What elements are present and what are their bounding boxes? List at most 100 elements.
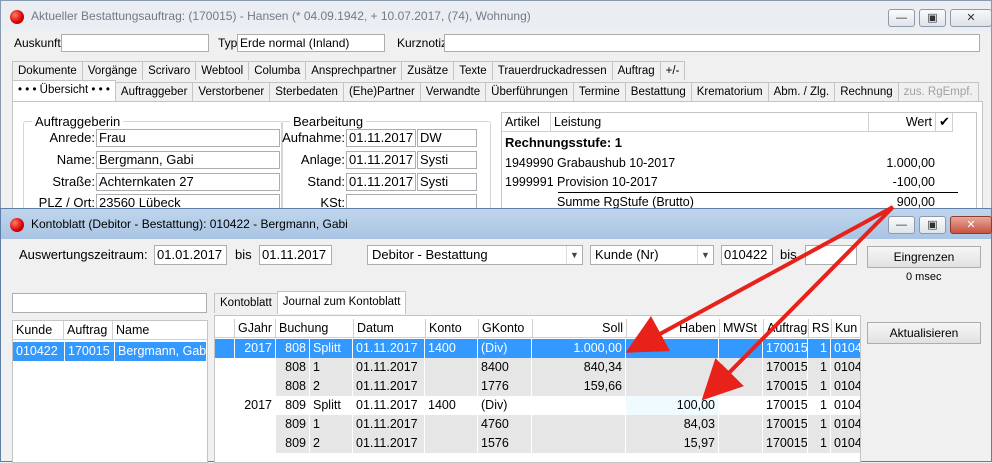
tab-trauerdruckadressen[interactable]: Trauerdruckadressen	[491, 61, 613, 80]
col-wert[interactable]: Wert	[869, 113, 936, 132]
kun-cell: 0104	[831, 396, 860, 415]
soll-cell: 840,34	[532, 358, 626, 377]
tab-texte[interactable]: Texte	[453, 61, 493, 80]
col-kun[interactable]: Kun	[832, 319, 860, 338]
tab-dokumente[interactable]: Dokumente	[12, 61, 83, 80]
journal-row[interactable]: 2017 808 Splitt 01.11.2017 1400 (Div) 1.000,00…	[215, 339, 860, 358]
tab-vorgaenge[interactable]: Vorgänge	[81, 61, 144, 80]
tab-columba[interactable]: Columba	[248, 61, 307, 80]
leistung-cell: Provision 10-2017	[554, 173, 872, 192]
stand-date[interactable]: 01.11.2017	[346, 173, 416, 191]
auftrag-cell: 170015	[763, 396, 808, 415]
col-haben[interactable]: Haben	[627, 319, 720, 338]
journal-row[interactable]: 2017 809 Splitt 01.11.2017 1400 (Div) 100,00 17…	[215, 396, 860, 415]
col-auftrag[interactable]: Auftrag	[64, 321, 113, 340]
kunde-bis-input[interactable]	[805, 245, 857, 265]
auskunft-input[interactable]	[61, 34, 209, 52]
col-mwst[interactable]: MWSt	[720, 319, 764, 338]
tab-verwandte[interactable]: Verwandte	[419, 82, 487, 101]
artikel-cell: 1999991	[502, 173, 554, 192]
maximize-icon[interactable]: ▣	[919, 216, 946, 234]
col-datum[interactable]: Datum	[354, 319, 426, 338]
sort-select[interactable]: Kunde (Nr) ▼	[590, 245, 714, 265]
journal-row[interactable]: 809 2 01.11.2017 1576 15,97 170015 1 0104	[215, 434, 860, 453]
tab-abm-zlg[interactable]: Abm. / Zlg.	[767, 82, 836, 101]
tab-auftrag[interactable]: Auftrag	[611, 61, 661, 80]
aufnahme-date[interactable]: 01.11.2017	[346, 129, 416, 147]
tab-verstorbener[interactable]: Verstorbener	[192, 82, 271, 101]
strasse-field[interactable]: Achternkaten 27	[96, 173, 280, 191]
col-soll[interactable]: Soll	[533, 319, 627, 338]
kurznotiz-input[interactable]	[444, 34, 980, 52]
journal-row[interactable]: 808 2 01.11.2017 1776 159,66 170015 1 0104	[215, 377, 860, 396]
artikel-cell: 1949990	[502, 154, 554, 173]
tab-krematorium[interactable]: Krematorium	[690, 82, 769, 101]
anrede-field[interactable]: Frau	[96, 129, 280, 147]
tab-webtool[interactable]: Webtool	[195, 61, 250, 80]
haben-cell	[626, 339, 719, 358]
tab-ansprechpartner[interactable]: Ansprechpartner	[305, 61, 403, 80]
col-konto[interactable]: Konto	[426, 319, 479, 338]
kunden-row[interactable]: 010422 170015 Bergmann, Gabi	[13, 342, 207, 361]
col-check[interactable]: ✔	[936, 113, 953, 132]
journal-row[interactable]: 809 1 01.11.2017 4760 84,03 170015 1 0104	[215, 415, 860, 434]
zeitraum-von-input[interactable]: 01.01.2017	[154, 245, 227, 265]
tab-scrivaro[interactable]: Scrivaro	[142, 61, 197, 80]
journal-row[interactable]: 808 1 01.11.2017 8400 840,34 170015 1 0104	[215, 358, 860, 377]
pos-cell: Splitt	[310, 396, 353, 415]
close-icon[interactable]: ✕	[950, 216, 992, 234]
kunde-von-input[interactable]: 010422	[721, 245, 773, 265]
zeitraum-label: Auswertungszeitraum:	[19, 247, 148, 262]
auftraggeberin-group: Auftraggeberin Anrede: Frau Name: Bergma…	[23, 114, 283, 216]
mwst-cell	[719, 339, 763, 358]
leistung-row[interactable]: 1999991 Provision 10-2017 -100,00	[502, 173, 939, 192]
kun-cell: 0104	[831, 434, 860, 453]
anlage-date[interactable]: 01.11.2017	[346, 151, 416, 169]
tab-termine[interactable]: Termine	[572, 82, 626, 101]
leistung-cell: Grabaushub 10-2017	[554, 154, 872, 173]
tab-plus-minus[interactable]: +/-	[659, 61, 686, 80]
tab-kontoblatt[interactable]: Kontoblatt	[214, 293, 278, 313]
name-field[interactable]: Bergmann, Gabi	[96, 151, 280, 169]
col-buchung[interactable]: Buchung	[276, 319, 354, 338]
tab-ehepartner[interactable]: (Ehe)Partner	[342, 82, 421, 101]
rs-cell: 1	[808, 339, 831, 358]
stand-user[interactable]: Systi	[417, 173, 477, 191]
minimize-icon[interactable]: —	[888, 216, 915, 234]
typ-input[interactable]: Erde normal (Inland)	[237, 34, 385, 52]
tab-uebersicht[interactable]: • • • Übersicht • • •	[12, 80, 116, 101]
col-artikel[interactable]: Artikel	[502, 113, 551, 132]
aufnahme-user[interactable]: DW	[417, 129, 477, 147]
close-icon[interactable]: ✕	[950, 9, 992, 27]
tab-auftraggeber[interactable]: Auftraggeber	[114, 82, 194, 101]
col-gjahr[interactable]: GJahr	[235, 319, 276, 338]
soll-cell	[532, 434, 626, 453]
datum-cell: 01.11.2017	[353, 377, 425, 396]
leistung-row[interactable]: 1949990 Grabaushub 10-2017 1.000,00	[502, 154, 939, 173]
kunde-search-input[interactable]	[12, 293, 207, 313]
minimize-icon[interactable]: —	[888, 9, 915, 27]
col-gkonto[interactable]: GKonto	[479, 319, 533, 338]
col-rs[interactable]: RS	[809, 319, 832, 338]
tab-sterbedaten[interactable]: Sterbedaten	[269, 82, 344, 101]
title-bar[interactable]: Kontoblatt (Debitor - Bestattung): 01042…	[1, 209, 992, 239]
tab-zusaetze[interactable]: Zusätze	[401, 61, 455, 80]
col-auftrag[interactable]: Auftrag	[764, 319, 809, 338]
aktualisieren-button[interactable]: Aktualisieren	[867, 322, 981, 344]
konto-cell	[425, 377, 478, 396]
tab-rechnung[interactable]: Rechnung	[834, 82, 899, 101]
konto-typ-select[interactable]: Debitor - Bestattung ▼	[367, 245, 583, 265]
col-kunde[interactable]: Kunde	[13, 321, 64, 340]
anrede-label: Anrede:	[49, 130, 95, 145]
tab-journal[interactable]: Journal zum Kontoblatt	[276, 291, 407, 314]
window-title: Kontoblatt (Debitor - Bestattung): 01042…	[31, 217, 348, 231]
anlage-user[interactable]: Systi	[417, 151, 477, 169]
col-leistung[interactable]: Leistung	[551, 113, 869, 132]
tab-bestattung[interactable]: Bestattung	[624, 82, 692, 101]
col-name[interactable]: Name	[113, 321, 207, 340]
eingrenzen-button[interactable]: Eingrenzen	[867, 246, 981, 268]
title-bar[interactable]: Aktueller Bestattungsauftrag: (170015) -…	[1, 1, 992, 31]
zeitraum-bis-input[interactable]: 01.11.2017	[259, 245, 332, 265]
maximize-icon[interactable]: ▣	[919, 9, 946, 27]
tab-ueberfuehrungen[interactable]: Überführungen	[485, 82, 574, 101]
